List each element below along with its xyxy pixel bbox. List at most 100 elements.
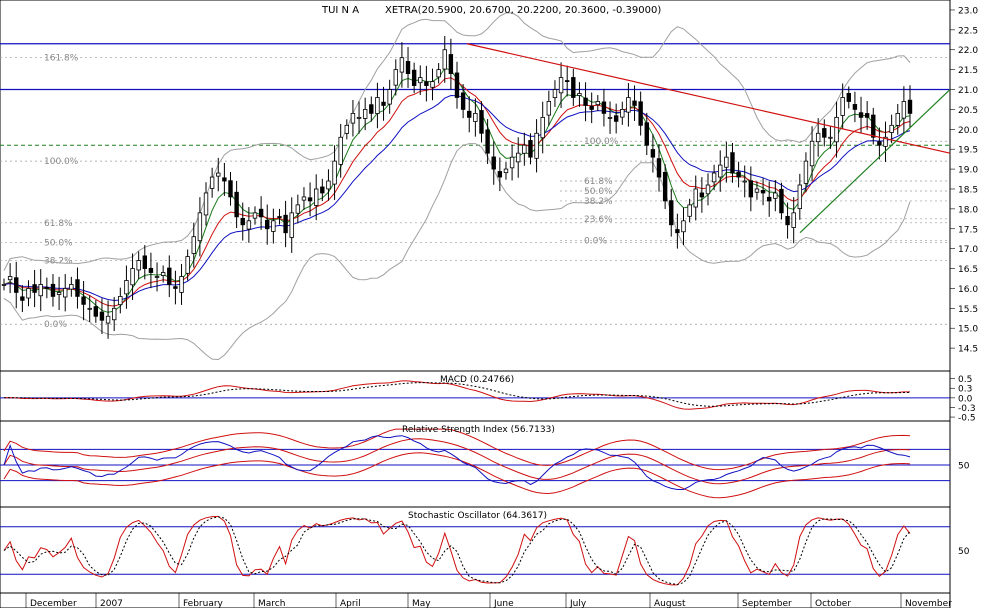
price-bar-body	[748, 180, 754, 198]
price-bar-body	[473, 112, 478, 122]
price-bar-body	[491, 156, 496, 170]
price-bar-body	[601, 101, 607, 114]
price-tick-label: 19.0	[958, 166, 978, 176]
price-bar-body	[485, 129, 490, 154]
price-bar-body	[650, 149, 656, 158]
price-bar-body	[571, 77, 576, 98]
price-tick-label: 18.5	[958, 185, 978, 195]
price-bar-body	[234, 191, 239, 218]
price-bar-body	[50, 283, 56, 297]
price-bar-body	[791, 212, 796, 228]
price-bar-body	[632, 100, 637, 106]
price-bar-body	[779, 188, 784, 214]
price-tick-label: 17.5	[958, 225, 978, 235]
price-bar-body	[467, 110, 472, 118]
price-bar-body	[56, 292, 62, 295]
price-bar-body	[454, 72, 460, 98]
fib-label: 23.6%	[584, 215, 613, 225]
fib-label: 38.2%	[584, 197, 613, 207]
price-tick-label: 22.0	[958, 46, 978, 56]
price-bar-body	[295, 204, 301, 214]
price-tick-label: 15.5	[958, 305, 978, 315]
price-bar-body	[656, 158, 662, 178]
price-bar-body	[724, 156, 729, 168]
price-tick-label: 17.0	[958, 245, 978, 255]
price-bar-body	[742, 180, 747, 183]
price-bar-body	[675, 229, 680, 234]
stochastic-tick-label: 50	[958, 547, 970, 557]
fib-label: 50.0%	[44, 239, 73, 249]
price-bar-body	[809, 140, 815, 167]
price-bar-body	[222, 177, 227, 182]
price-bar-body	[871, 114, 876, 138]
quote-label: XETRA(20.5900, 20.6700, 20.2200, 20.3600…	[385, 5, 661, 16]
price-bar-body	[185, 256, 190, 274]
price-bar-body	[136, 260, 141, 271]
date-axis	[0, 592, 951, 609]
price-bar-body	[687, 204, 692, 217]
price-bar-body	[693, 188, 698, 208]
symbol-label: TUI N A	[321, 5, 359, 16]
price-bar-body	[620, 109, 625, 118]
price-bar-body	[822, 128, 827, 138]
price-bar-body	[767, 196, 772, 202]
price-tick-label: 18.0	[958, 205, 978, 215]
rsi-label: Relative Strength Index (56.7133)	[402, 425, 555, 435]
fib-label: 61.8%	[584, 177, 613, 187]
price-bar-body	[846, 93, 851, 102]
price-bar-body	[681, 220, 686, 233]
macd-tick-label: -0.5	[958, 414, 976, 424]
price-bar-body	[595, 101, 600, 106]
price-bar-body	[644, 122, 649, 146]
price-bar-body	[381, 101, 386, 106]
technical-chart: 161.8%100.0%61.8%50.0%38.2%0.0%100.0%61.…	[0, 0, 978, 609]
price-bar-body	[252, 212, 258, 219]
price-bar-body	[877, 141, 882, 146]
price-bar-body	[718, 164, 723, 178]
price-bar-body	[411, 69, 417, 86]
price-bar-body	[797, 184, 803, 210]
month-label: October	[815, 599, 851, 608]
price-bar-body	[320, 186, 325, 194]
month-label: March	[258, 599, 285, 608]
price-bar-body	[271, 220, 276, 232]
price-bar-body	[613, 115, 619, 122]
price-bar-body	[338, 136, 343, 165]
month-label: July	[569, 599, 587, 608]
price-tick-label: 22.5	[958, 26, 978, 36]
macd-tick-label: 0.5	[958, 375, 972, 385]
price-bar-body	[265, 219, 270, 230]
price-tick-label: 16.0	[958, 285, 978, 295]
price-bar-body	[7, 276, 13, 281]
price-bar-body	[130, 268, 135, 286]
price-bar-body	[197, 212, 203, 242]
price-bar-body	[173, 286, 178, 289]
price-bar-body	[314, 188, 319, 206]
price-tick-label: 14.5	[958, 345, 978, 355]
price-bar-body	[840, 97, 845, 116]
price-bar-body	[216, 172, 221, 177]
price-bar-body	[460, 92, 466, 110]
price-bar-body	[20, 296, 25, 301]
price-bar-body	[442, 49, 447, 70]
price-bar-body	[387, 89, 392, 105]
price-bar-body	[424, 81, 429, 86]
price-bar-body	[344, 124, 350, 134]
price-bar-body	[142, 255, 147, 269]
fib-label: 0.0%	[44, 320, 67, 330]
price-bar-body	[167, 267, 172, 285]
price-bar-body	[63, 288, 68, 298]
price-bar-body	[577, 93, 582, 96]
macd-label: MACD (0.24766)	[440, 375, 514, 385]
price-bar-body	[803, 160, 809, 184]
price-bar-body	[509, 156, 515, 169]
price-bar-body	[148, 267, 154, 273]
fib-label: 61.8%	[44, 219, 73, 229]
fib-label: 50.0%	[584, 187, 613, 197]
month-label: May	[412, 599, 431, 608]
price-bar-body	[607, 116, 613, 119]
price-bar-body	[350, 112, 356, 124]
price-bar-body	[81, 296, 86, 305]
price-bar-body	[38, 284, 43, 297]
month-label: September	[742, 599, 792, 608]
